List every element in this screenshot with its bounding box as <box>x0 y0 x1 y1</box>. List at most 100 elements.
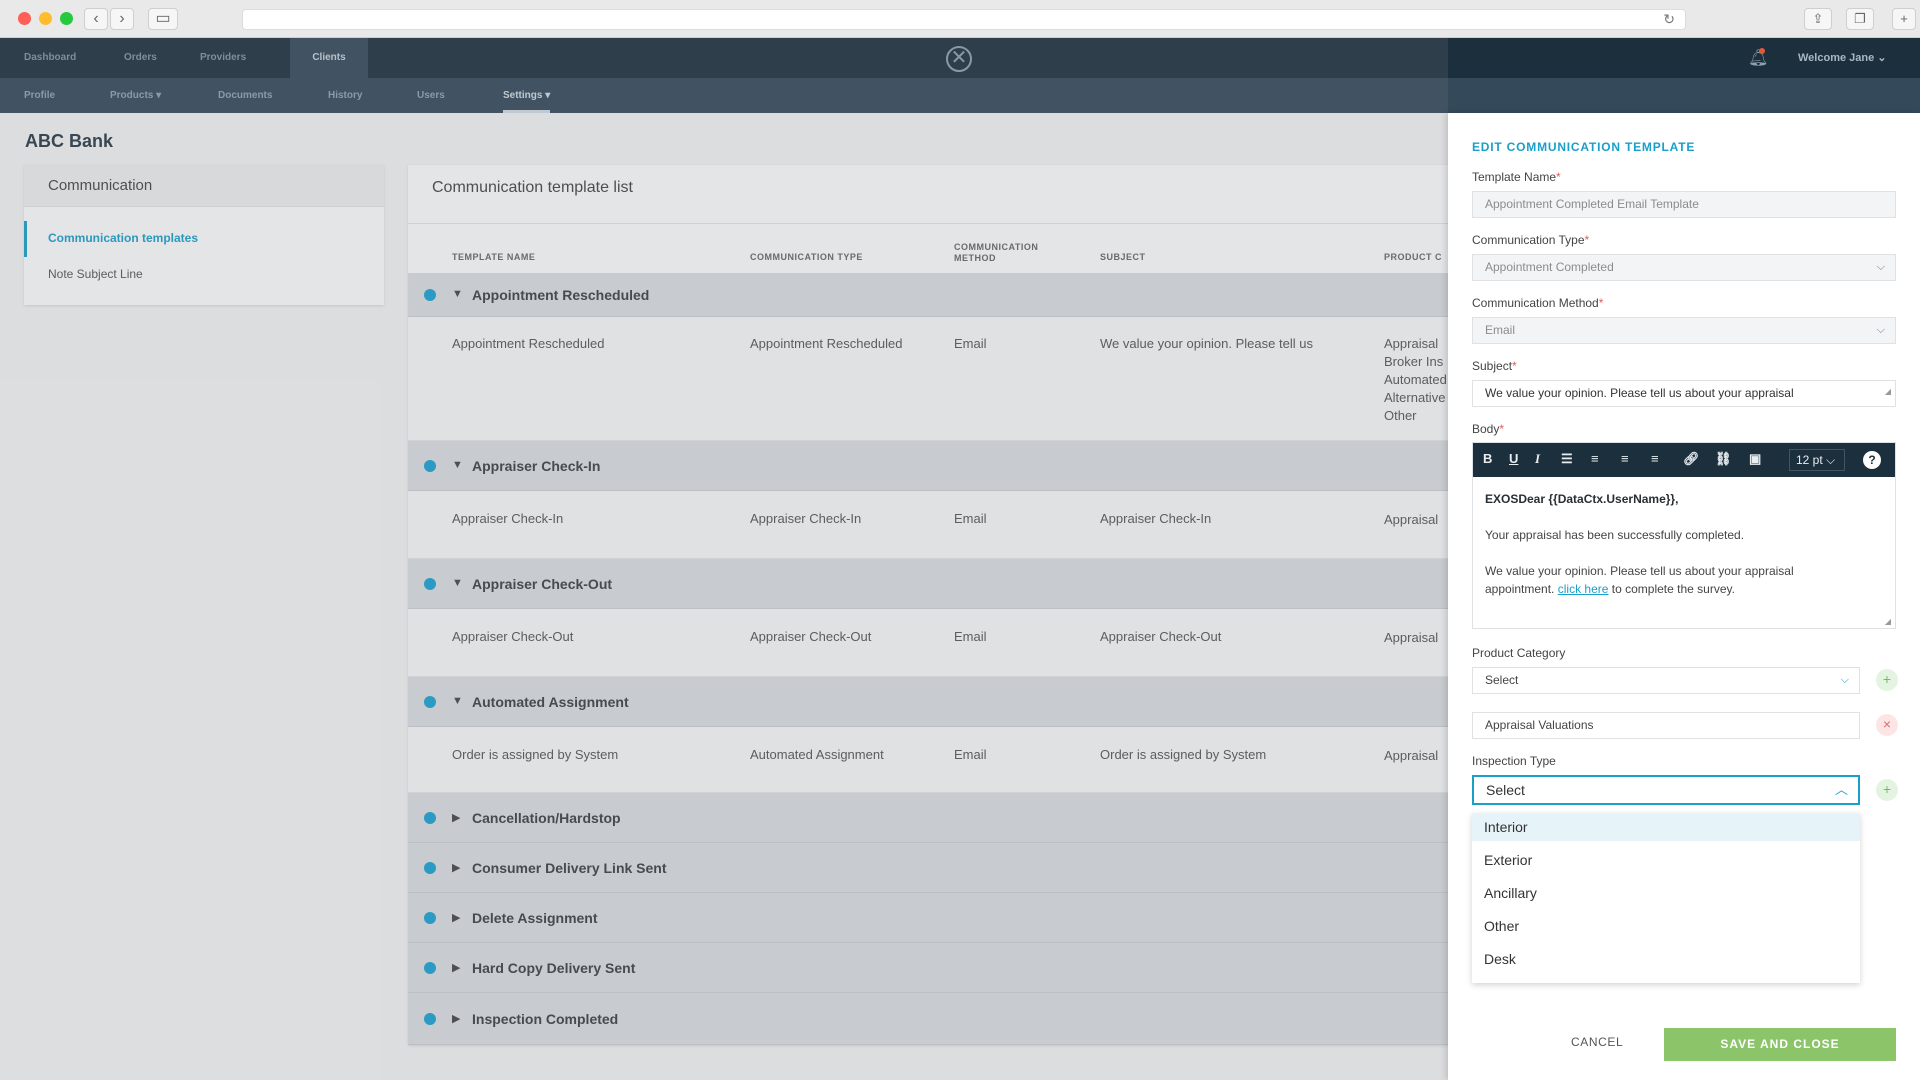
help-icon[interactable]: ? <box>1863 451 1881 469</box>
cell-communication-type: Appointment Rescheduled <box>750 336 903 351</box>
collapse-arrow-icon[interactable]: ▼ <box>452 459 463 471</box>
status-dot <box>424 811 436 824</box>
cell-subject: Appraiser Check-In <box>1100 511 1212 526</box>
product-category-select[interactable]: Select ⌵ <box>1472 667 1860 694</box>
cell-method: Email <box>954 629 987 644</box>
reload-icon[interactable]: ↻ <box>1663 11 1675 28</box>
group-row[interactable]: ▼ Appraiser Check-In <box>408 441 1448 491</box>
option-interior[interactable]: Interior <box>1472 813 1860 841</box>
subnav-history[interactable]: History <box>328 78 362 113</box>
body-editor[interactable]: B U I ☰ ≡ ≡ ≡ 🔗︎ ⛓ ▣ 12 pt ⌵ ? EXOSDear … <box>1472 442 1896 629</box>
group-row[interactable]: ▶ Hard Copy Delivery Sent <box>408 943 1448 993</box>
resize-handle-icon[interactable]: ◢ <box>1885 379 1891 404</box>
collapse-arrow-icon[interactable]: ▼ <box>452 577 463 589</box>
subnav-documents[interactable]: Documents <box>218 78 272 113</box>
body-line-opinion: We value your opinion. Please tell us ab… <box>1485 564 1794 578</box>
sidebar-item-note-subject-line[interactable]: Note Subject Line <box>48 267 143 281</box>
add-inspection-type-button[interactable]: + <box>1876 779 1898 801</box>
expand-arrow-icon[interactable]: ▶ <box>452 961 460 974</box>
inspection-type-label: Inspection Type <box>1472 754 1556 768</box>
resize-handle-icon[interactable]: ◢ <box>1885 617 1891 626</box>
collapse-arrow-icon[interactable]: ▼ <box>452 288 463 300</box>
align-left-icon[interactable]: ≡ <box>1591 451 1599 466</box>
brand-logo-icon: ✕ <box>946 46 972 72</box>
subject-label-text: Subject <box>1472 359 1513 373</box>
group-label: Appraiser Check-Out <box>472 575 613 592</box>
group-row[interactable]: ▼ Automated Assignment <box>408 677 1448 727</box>
address-bar[interactable]: ↻ <box>242 9 1686 30</box>
save-and-close-button[interactable]: SAVE AND CLOSE <box>1664 1028 1896 1061</box>
option-other[interactable]: Other <box>1472 912 1860 940</box>
table-row[interactable]: Appraiser Check-In Appraiser Check-In Em… <box>408 491 1448 559</box>
collapse-arrow-icon[interactable]: ▼ <box>452 695 463 707</box>
font-size-select[interactable]: 12 pt ⌵ <box>1789 449 1845 471</box>
group-row[interactable]: ▶ Delete Assignment <box>408 893 1448 943</box>
table-row[interactable]: Order is assigned by System Automated As… <box>408 727 1448 793</box>
communication-method-select[interactable]: Email ⌵ <box>1472 317 1896 344</box>
subnav-profile[interactable]: Profile <box>24 78 55 113</box>
bold-icon[interactable]: B <box>1483 451 1492 466</box>
new-tab-icon[interactable]: + <box>1892 8 1916 30</box>
nav-orders[interactable]: Orders <box>100 38 181 78</box>
group-label: Appointment Rescheduled <box>472 286 650 303</box>
col-product-category[interactable]: PRODUCT C <box>1384 252 1442 262</box>
zoom-window-button[interactable] <box>60 12 73 25</box>
chevron-down-icon: ⌵ <box>1840 674 1849 686</box>
insert-image-icon[interactable]: ▣ <box>1749 451 1761 467</box>
bullet-list-icon[interactable]: ☰ <box>1561 451 1573 467</box>
align-right-icon[interactable]: ≡ <box>1651 451 1659 466</box>
close-window-button[interactable] <box>18 12 31 25</box>
add-product-category-button[interactable]: + <box>1876 669 1898 691</box>
col-template-name[interactable]: TEMPLATE NAME <box>452 252 535 262</box>
expand-arrow-icon[interactable]: ▶ <box>452 1012 460 1025</box>
inspection-type-select[interactable]: Select ︿ <box>1472 775 1860 805</box>
cell-template-name: Order is assigned by System <box>452 747 619 762</box>
minimize-window-button[interactable] <box>39 12 52 25</box>
col-communication-method[interactable]: COMMUNICATION METHOD <box>954 242 1038 264</box>
nav-dashboard[interactable]: Dashboard <box>0 38 100 78</box>
option-ancillary[interactable]: Ancillary <box>1472 879 1860 907</box>
communication-type-label: Communication Type* <box>1472 233 1590 247</box>
user-menu[interactable]: Welcome Jane ⌄ <box>1798 38 1887 78</box>
group-row[interactable]: ▶ Cancellation/Hardstop <box>408 793 1448 843</box>
group-label: Appraiser Check-In <box>472 457 601 474</box>
subnav-users[interactable]: Users <box>417 78 445 113</box>
group-row[interactable]: ▼ Appointment Rescheduled <box>408 273 1448 317</box>
forward-icon[interactable]: › <box>110 8 134 30</box>
italic-icon[interactable]: I <box>1535 451 1540 467</box>
communication-method-label: Communication Method* <box>1472 296 1604 310</box>
align-center-icon[interactable]: ≡ <box>1621 451 1629 466</box>
table-row[interactable]: Appointment Rescheduled Appointment Resc… <box>408 317 1448 441</box>
template-name-input[interactable]: Appointment Completed Email Template <box>1472 191 1896 218</box>
tabs-icon[interactable]: ❐ <box>1846 8 1874 30</box>
link-icon[interactable]: 🔗︎ <box>1683 451 1700 467</box>
expand-arrow-icon[interactable]: ▶ <box>452 811 460 824</box>
subnav-settings[interactable]: Settings ▾ <box>503 78 551 113</box>
group-row[interactable]: ▶ Inspection Completed <box>408 993 1448 1045</box>
share-icon[interactable]: ⇪ <box>1804 8 1832 30</box>
cancel-button[interactable]: CANCEL <box>1571 1035 1623 1049</box>
status-dot <box>424 288 436 301</box>
remove-product-category-button[interactable]: × <box>1876 714 1898 736</box>
nav-providers[interactable]: Providers <box>176 38 270 78</box>
group-row[interactable]: ▶ Consumer Delivery Link Sent <box>408 843 1448 893</box>
underline-icon[interactable]: U <box>1509 451 1518 466</box>
product-category-tag: Appraisal Valuations <box>1472 712 1860 739</box>
click-here-link[interactable]: click here <box>1558 582 1609 596</box>
col-communication-type[interactable]: COMMUNICATION TYPE <box>750 252 863 262</box>
group-row[interactable]: ▼ Appraiser Check-Out <box>408 559 1448 609</box>
sidebar-toggle-icon[interactable]: ▭ <box>148 8 178 30</box>
option-exterior[interactable]: Exterior <box>1472 846 1860 874</box>
communication-type-select[interactable]: Appointment Completed ⌵ <box>1472 254 1896 281</box>
expand-arrow-icon[interactable]: ▶ <box>452 861 460 874</box>
expand-arrow-icon[interactable]: ▶ <box>452 911 460 924</box>
subject-input[interactable]: We value your opinion. Please tell us ab… <box>1472 380 1896 407</box>
back-icon[interactable]: ‹ <box>84 8 108 30</box>
sidebar-item-communication-templates[interactable]: Communication templates <box>48 231 198 245</box>
unlink-icon[interactable]: ⛓ <box>1715 451 1732 467</box>
subnav-products[interactable]: Products ▾ <box>110 78 161 113</box>
option-desk[interactable]: Desk <box>1472 945 1860 973</box>
nav-clients[interactable]: Clients <box>290 38 368 78</box>
col-subject[interactable]: SUBJECT <box>1100 252 1146 262</box>
table-row[interactable]: Appraiser Check-Out Appraiser Check-Out … <box>408 609 1448 677</box>
